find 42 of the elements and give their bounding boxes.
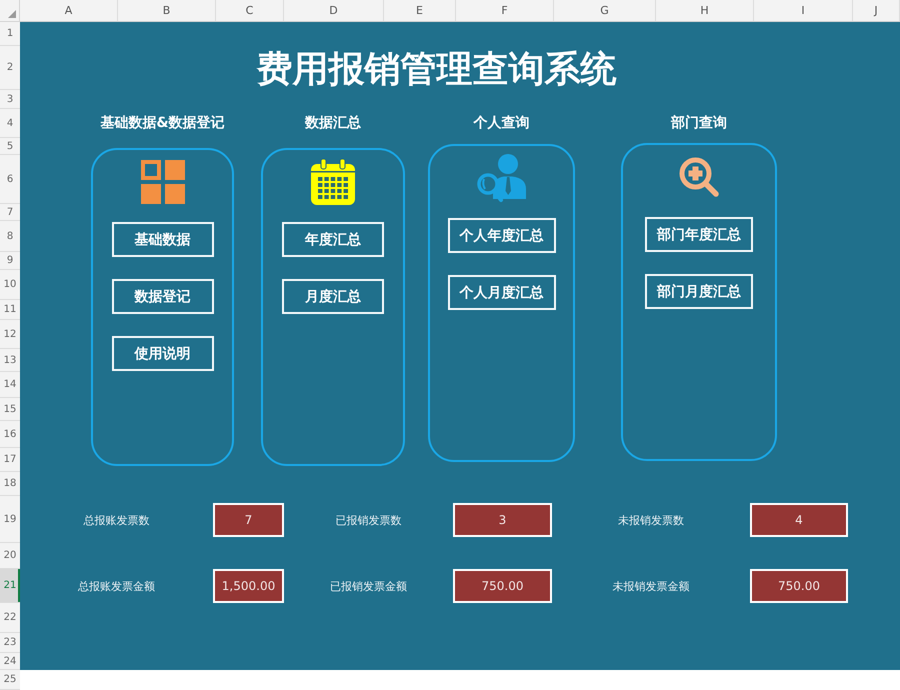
- column-header[interactable]: H: [656, 0, 754, 21]
- stat-label: 总报账发票数: [84, 512, 150, 528]
- menu-button[interactable]: 使用说明: [112, 336, 214, 371]
- stat-label: 未报销发票数: [618, 512, 684, 528]
- menu-button[interactable]: 个人年度汇总: [448, 218, 556, 253]
- stat-value: 750.00: [750, 569, 848, 603]
- calendar-icon: [311, 159, 355, 205]
- row-header[interactable]: 21: [0, 569, 20, 603]
- stat-value: 750.00: [453, 569, 552, 603]
- column-header[interactable]: J: [853, 0, 900, 21]
- menu-button[interactable]: 基础数据: [112, 222, 214, 257]
- stat-label: 总报账发票金额: [78, 578, 155, 594]
- stat-value: 3: [453, 503, 552, 537]
- stat-value: 7: [213, 503, 284, 537]
- menu-button[interactable]: 数据登记: [112, 279, 214, 314]
- column-header[interactable]: B: [118, 0, 216, 21]
- section-heading: 基础数据&数据登记: [100, 114, 225, 133]
- app-title: 费用报销管理查询系统: [256, 48, 616, 92]
- section-heading: 数据汇总: [305, 114, 361, 133]
- menu-button[interactable]: 月度汇总: [282, 279, 384, 314]
- tiles-icon: [140, 160, 184, 204]
- menu-button[interactable]: 部门月度汇总: [645, 274, 753, 309]
- menu-button[interactable]: 个人月度汇总: [448, 275, 556, 310]
- column-header[interactable]: E: [384, 0, 456, 21]
- column-header[interactable]: D: [284, 0, 384, 21]
- section-heading: 个人查询: [474, 114, 530, 133]
- person-magnifier-icon: [476, 153, 528, 203]
- column-header[interactable]: G: [554, 0, 656, 21]
- stat-value: 4: [750, 503, 848, 537]
- column-header[interactable]: C: [216, 0, 284, 21]
- stat-label: 未报销发票金额: [612, 578, 690, 594]
- section-heading: 部门查询: [671, 114, 727, 133]
- stat-value: 1,500.00: [213, 569, 284, 603]
- column-header[interactable]: I: [754, 0, 853, 21]
- menu-button[interactable]: 年度汇总: [282, 222, 384, 257]
- zoom-in-icon: [679, 157, 719, 197]
- menu-button[interactable]: 部门年度汇总: [645, 217, 753, 252]
- column-header[interactable]: F: [456, 0, 554, 21]
- stat-label: 已报销发票金额: [330, 578, 407, 594]
- stat-label: 已报销发票数: [336, 512, 402, 528]
- column-header[interactable]: A: [20, 0, 118, 21]
- select-all-icon[interactable]: [8, 10, 16, 18]
